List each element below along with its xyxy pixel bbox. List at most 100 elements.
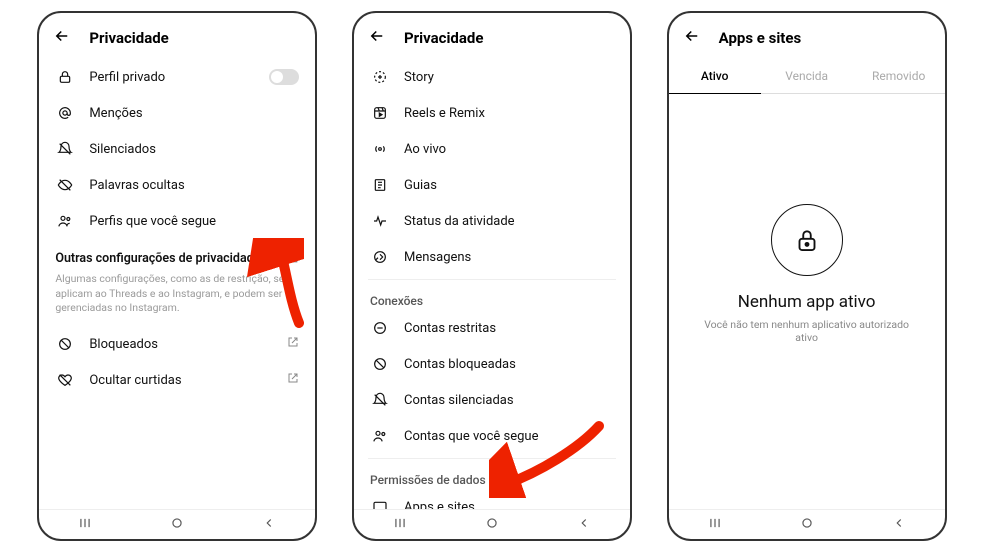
apps-icon [370, 499, 390, 509]
bell-off-icon [55, 141, 75, 157]
row-label: Reels e Remix [404, 106, 614, 121]
section-other-subtext: Algumas configurações, como as de restri… [45, 270, 309, 326]
tab-removido[interactable]: Removido [853, 59, 945, 94]
tabs: Ativo Vencida Removido [669, 59, 945, 94]
row-mensagens[interactable]: Mensagens [360, 239, 624, 275]
row-bloqueados[interactable]: Bloqueados [45, 326, 309, 362]
row-label: Contas bloqueadas [404, 357, 614, 372]
screen3-content: Nenhum app ativo Você não tem nenhum apl… [669, 94, 945, 509]
header-1: Privacidade [39, 13, 315, 59]
row-label: Bloqueados [89, 337, 273, 352]
nav-back-icon[interactable] [577, 516, 591, 534]
row-label: Ocultar curtidas [89, 373, 273, 388]
row-label: Guias [404, 178, 614, 193]
divider [368, 279, 616, 280]
mute-icon [370, 392, 390, 408]
nav-home-icon[interactable] [170, 516, 184, 534]
nav-home-icon[interactable] [800, 516, 814, 534]
row-contas-restritas[interactable]: Contas restritas [360, 310, 624, 346]
header-2: Privacidade [354, 13, 630, 59]
row-label: Perfil privado [89, 70, 255, 85]
reels-icon [370, 105, 390, 121]
row-ao-vivo[interactable]: Ao vivo [360, 131, 624, 167]
row-palavras-ocultas[interactable]: Palavras ocultas [45, 167, 309, 203]
toggle-perfil-privado[interactable] [269, 69, 299, 85]
screen1-content: Perfil privado Menções Silenciados Palav… [39, 59, 315, 509]
nav-back-icon[interactable] [262, 516, 276, 534]
block-icon [370, 356, 390, 372]
android-navbar [39, 509, 315, 539]
tab-ativo[interactable]: Ativo [669, 59, 761, 94]
external-link-icon [287, 336, 299, 352]
row-story[interactable]: Story [360, 59, 624, 95]
page-title-3: Apps e sites [719, 29, 802, 47]
nav-back-icon[interactable] [892, 516, 906, 534]
row-perfis-que-voce-segue[interactable]: Perfis que você segue [45, 203, 309, 239]
row-label: Contas restritas [404, 321, 614, 336]
external-link-icon [286, 249, 299, 268]
row-label: Silenciados [89, 142, 299, 157]
android-navbar [354, 509, 630, 539]
phone-1: Privacidade Perfil privado Menções Silen… [37, 11, 317, 541]
phone-2: Privacidade Story Reels e Remix Ao vivo … [352, 11, 632, 541]
external-link-icon [287, 372, 299, 388]
guides-icon [370, 177, 390, 193]
back-icon[interactable] [53, 27, 71, 49]
restrict-icon [370, 320, 390, 336]
row-ocultar-curtidas[interactable]: Ocultar curtidas [45, 362, 309, 398]
story-icon [370, 69, 390, 85]
section-conexoes: Conexões [360, 284, 624, 310]
lock-circle-icon [771, 204, 843, 276]
row-label: Apps e sites [404, 500, 614, 510]
row-label: Contas que você segue [404, 429, 614, 444]
row-reels-remix[interactable]: Reels e Remix [360, 95, 624, 131]
row-status-atividade[interactable]: Status da atividade [360, 203, 624, 239]
empty-title: Nenhum app ativo [738, 292, 876, 312]
back-icon[interactable] [368, 27, 386, 49]
section-permissoes-dados: Permissões de dados [360, 463, 624, 489]
page-title-2: Privacidade [404, 29, 483, 47]
row-mencoes[interactable]: Menções [45, 95, 309, 131]
row-apps-e-sites[interactable]: Apps e sites [360, 489, 624, 509]
row-label: Status da atividade [404, 214, 614, 229]
row-contas-silenciadas[interactable]: Contas silenciadas [360, 382, 624, 418]
phone-3: Apps e sites Ativo Vencida Removido Nenh… [667, 11, 947, 541]
eye-off-icon [55, 177, 75, 193]
nav-recent-icon[interactable] [708, 516, 722, 534]
section-conexoes-title: Conexões [370, 294, 423, 308]
tab-vencida[interactable]: Vencida [761, 59, 853, 94]
row-label: Perfis que você segue [89, 214, 299, 229]
block-icon [55, 336, 75, 352]
nav-home-icon[interactable] [485, 516, 499, 534]
heart-off-icon [55, 372, 75, 388]
mention-icon [55, 105, 75, 121]
row-silenciados[interactable]: Silenciados [45, 131, 309, 167]
live-icon [370, 141, 390, 157]
row-label: Ao vivo [404, 142, 614, 157]
page-title-1: Privacidade [89, 29, 168, 47]
empty-state: Nenhum app ativo Você não tem nenhum apl… [675, 204, 939, 344]
divider [368, 458, 616, 459]
section-other-title: Outras configurações de privacidade [55, 251, 260, 266]
people-icon [55, 213, 75, 229]
row-contas-bloqueadas[interactable]: Contas bloqueadas [360, 346, 624, 382]
row-label: Mensagens [404, 250, 614, 265]
people-icon [370, 428, 390, 444]
empty-sub: Você não tem nenhum aplicativo autorizad… [693, 318, 921, 344]
row-label: Story [404, 70, 614, 85]
header-3: Apps e sites [669, 13, 945, 59]
row-contas-que-voce-segue[interactable]: Contas que você segue [360, 418, 624, 454]
lock-icon [55, 69, 75, 85]
row-label: Contas silenciadas [404, 393, 614, 408]
nav-recent-icon[interactable] [78, 516, 92, 534]
section-other-header[interactable]: Outras configurações de privacidade [45, 239, 309, 270]
row-perfil-privado[interactable]: Perfil privado [45, 59, 309, 95]
section-permissoes-title: Permissões de dados [370, 473, 486, 487]
android-navbar [669, 509, 945, 539]
nav-recent-icon[interactable] [393, 516, 407, 534]
screen2-content: Story Reels e Remix Ao vivo Guias Status… [354, 59, 630, 509]
back-icon[interactable] [683, 27, 701, 49]
row-label: Menções [89, 106, 299, 121]
row-guias[interactable]: Guias [360, 167, 624, 203]
message-icon [370, 249, 390, 265]
